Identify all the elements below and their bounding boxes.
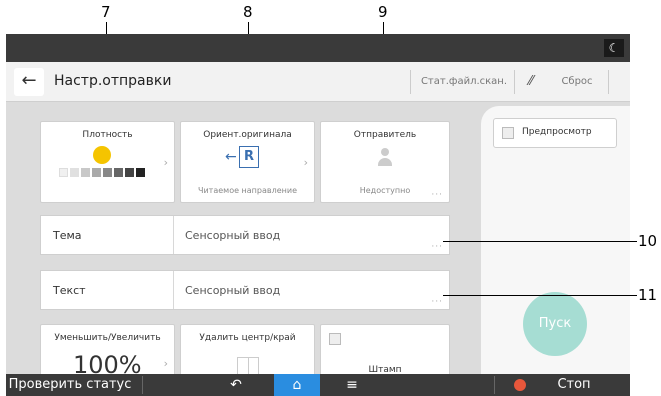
header-divider [608, 70, 609, 94]
density-step [114, 168, 123, 177]
density-title: Плотность [82, 130, 133, 140]
preview-toggle[interactable]: Предпросмотр [493, 118, 617, 148]
statusbar-divider [142, 376, 143, 394]
back-arrow-icon: ← [21, 70, 37, 91]
right-panel: Предпросмотр Пуск [481, 106, 630, 374]
text-row[interactable]: Текст Сенсорный ввод ··· [40, 270, 450, 310]
energy-saver-icon[interactable]: ☾ [604, 39, 624, 57]
subject-value: Сенсорный ввод [185, 229, 281, 242]
more-icon: ··· [431, 242, 443, 252]
orientation-arrow-icon: ← [225, 149, 237, 165]
check-status-button[interactable]: Проверить статус [6, 374, 140, 396]
density-step [136, 168, 145, 177]
callout-7: 7 [101, 3, 111, 21]
more-icon: ··· [431, 190, 443, 200]
density-step [92, 168, 101, 177]
stop-button[interactable]: Стоп [544, 374, 604, 396]
orientation-doc-icon: R [239, 146, 259, 168]
callout-11: 11 [638, 286, 658, 304]
page-title: Настр.отправки [54, 73, 172, 89]
top-strip: ☾ [6, 34, 630, 62]
scale-title: Уменьшить/Увеличить [54, 333, 161, 343]
sender-title: Отправитель [353, 130, 417, 140]
callout-10: 10 [638, 232, 658, 250]
edit-icon[interactable]: ⁄⁄ [518, 68, 544, 96]
subject-label: Тема [53, 229, 82, 242]
header: ← Настр.отправки Стат.файл.скан. ⁄⁄ Сбро… [6, 62, 630, 102]
preview-label: Предпросмотр [522, 127, 592, 137]
row-divider [173, 216, 174, 254]
user-icon [378, 148, 392, 168]
reset-button[interactable]: Сброс [552, 68, 602, 96]
start-button[interactable]: Пуск [523, 292, 587, 356]
header-divider [410, 70, 411, 94]
home-icon: ⌂ [292, 377, 302, 393]
erase-title: Удалить центр/край [199, 333, 296, 343]
undo-icon[interactable]: ↶ [216, 374, 256, 396]
callout-9: 9 [378, 3, 388, 21]
text-value: Сенсорный ввод [185, 284, 281, 297]
callout-8: 8 [243, 3, 253, 21]
stop-icon [514, 379, 526, 391]
status-bar: Проверить статус ↶ ⌂ ≡ Стоп [6, 374, 630, 396]
chevron-right-icon: › [163, 156, 168, 169]
chevron-right-icon: › [303, 156, 308, 169]
row-divider [173, 271, 174, 309]
scan-file-status-button[interactable]: Стат.файл.скан. [414, 68, 514, 96]
header-divider [514, 70, 515, 94]
density-card[interactable]: Плотность › [40, 121, 175, 203]
preview-checkbox[interactable] [502, 127, 514, 139]
density-step [59, 168, 68, 177]
density-step [70, 168, 79, 177]
device-screen: ☾ ← Настр.отправки Стат.файл.скан. ⁄⁄ Сб… [6, 34, 630, 396]
callout-10-line [443, 241, 637, 242]
sender-card[interactable]: Отправитель Недоступно ··· [320, 121, 450, 203]
stamp-checkbox[interactable] [329, 333, 341, 345]
callout-11-line [443, 295, 637, 296]
home-button[interactable]: ⌂ [274, 374, 320, 396]
sender-value: Недоступно [359, 186, 411, 195]
orientation-value: Читаемое направление [197, 186, 297, 195]
density-step [81, 168, 90, 177]
statusbar-divider [494, 376, 495, 394]
menu-icon[interactable]: ≡ [332, 374, 372, 396]
subject-row[interactable]: Тема Сенсорный ввод ··· [40, 215, 450, 255]
density-step [125, 168, 134, 177]
density-step [103, 168, 112, 177]
text-label: Текст [53, 284, 86, 297]
chevron-right-icon: › [163, 357, 168, 370]
lightbulb-icon [93, 146, 111, 164]
more-icon: ··· [431, 297, 443, 307]
orientation-card[interactable]: Ориент.оригинала ← R › Читаемое направле… [180, 121, 315, 203]
orientation-title: Ориент.оригинала [203, 130, 292, 140]
orientation-letter: R [243, 149, 254, 164]
back-button[interactable]: ← [14, 68, 44, 96]
